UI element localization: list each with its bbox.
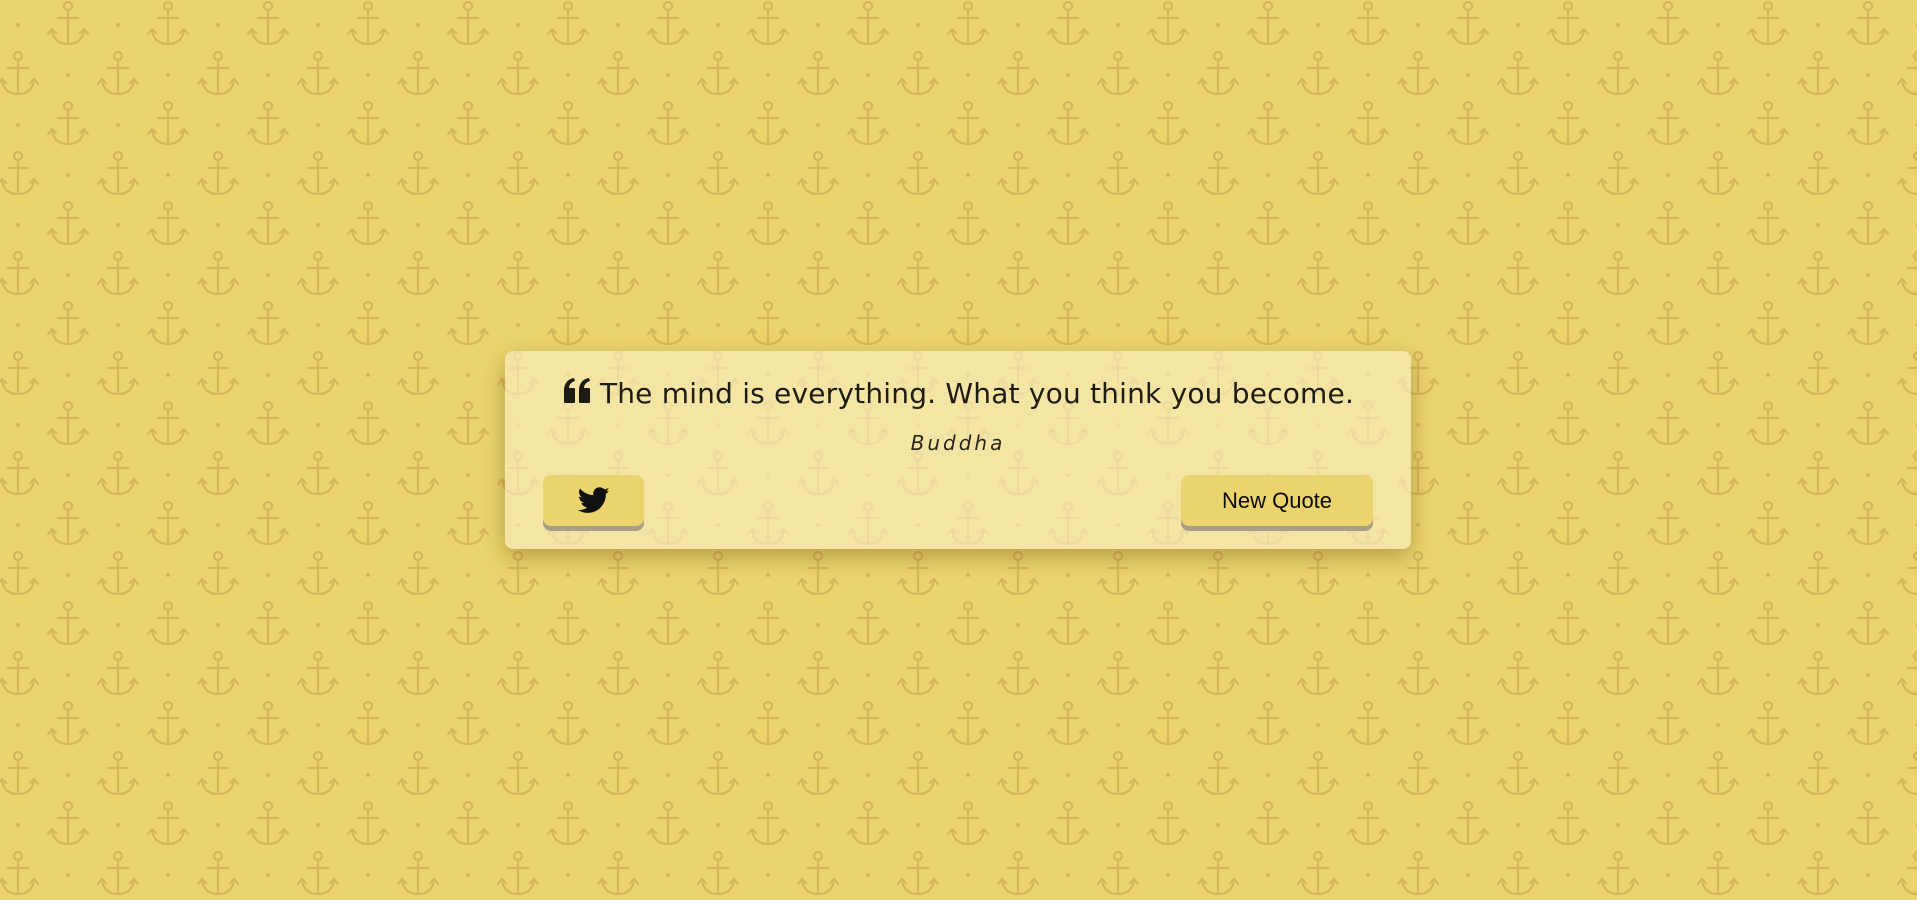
new-quote-button[interactable]: New Quote	[1181, 475, 1373, 526]
twitter-icon	[543, 487, 644, 514]
tweet-button[interactable]	[543, 475, 644, 526]
quote-card: The mind is everything. What you think y…	[505, 351, 1411, 549]
quote-left-icon	[562, 377, 592, 405]
quote-row: The mind is everything. What you think y…	[505, 377, 1411, 410]
quote-text: The mind is everything. What you think y…	[599, 377, 1355, 410]
quote-author: Buddha	[910, 431, 1006, 455]
